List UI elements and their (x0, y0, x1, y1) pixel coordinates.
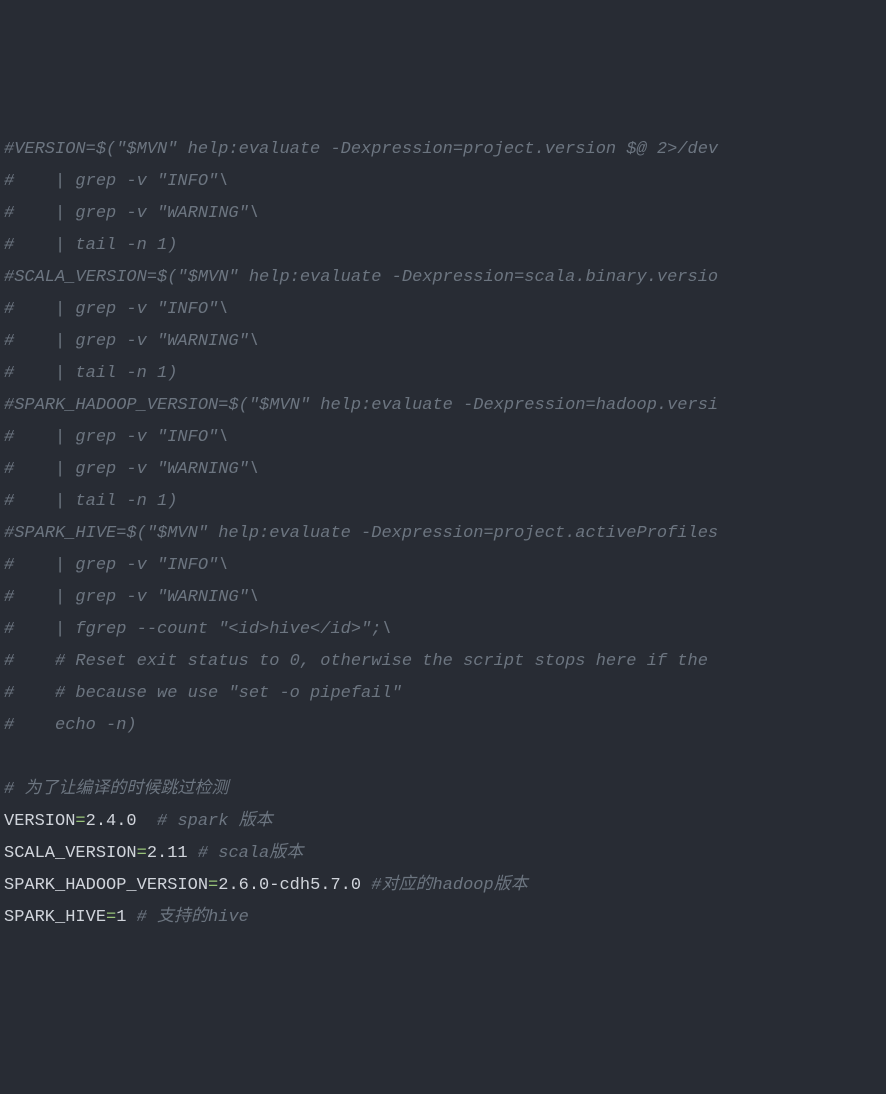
variable-value: 1 (116, 908, 126, 927)
code-line: #SPARK_HADOOP_VERSION=$("$MVN" help:eval… (4, 390, 882, 422)
code-line: # | grep -v "WARNING"\ (4, 454, 882, 486)
comment-text: #VERSION=$("$MVN" help:evaluate -Dexpres… (4, 140, 718, 159)
comment-text: #SPARK_HIVE=$("$MVN" help:evaluate -Dexp… (4, 524, 718, 543)
comment-text: # | grep -v "INFO"\ (4, 556, 228, 575)
code-line: VERSION=2.4.0 # spark 版本 (4, 806, 882, 838)
equals-sign: = (75, 812, 85, 831)
code-line: # | grep -v "WARNING"\ (4, 326, 882, 358)
variable-name: SPARK_HIVE (4, 908, 106, 927)
comment-text: # | grep -v "INFO"\ (4, 428, 228, 447)
trailing-comment: # spark 版本 (137, 812, 273, 831)
comment-text: # | grep -v "INFO"\ (4, 172, 228, 191)
trailing-comment: #对应的hadoop版本 (361, 876, 528, 895)
code-line: # | grep -v "WARNING"\ (4, 582, 882, 614)
comment-text: # echo -n) (4, 716, 137, 735)
code-line: #SPARK_HIVE=$("$MVN" help:evaluate -Dexp… (4, 518, 882, 550)
code-line: # 为了让编译的时候跳过检测 (4, 774, 882, 806)
variable-value: 2.11 (147, 844, 188, 863)
variable-value: 2.4.0 (86, 812, 137, 831)
comment-text: # | grep -v "WARNING"\ (4, 332, 259, 351)
code-line: #VERSION=$("$MVN" help:evaluate -Dexpres… (4, 134, 882, 166)
equals-sign: = (208, 876, 218, 895)
equals-sign: = (106, 908, 116, 927)
code-line: #SCALA_VERSION=$("$MVN" help:evaluate -D… (4, 262, 882, 294)
comment-text: # | grep -v "WARNING"\ (4, 588, 259, 607)
code-line: # echo -n) (4, 710, 882, 742)
code-line: # # Reset exit status to 0, otherwise th… (4, 646, 882, 678)
equals-sign: = (137, 844, 147, 863)
code-editor-content[interactable]: #VERSION=$("$MVN" help:evaluate -Dexpres… (4, 134, 882, 934)
trailing-comment: # 支持的hive (126, 908, 248, 927)
comment-text: # # because we use "set -o pipefail" (4, 684, 402, 703)
variable-name: VERSION (4, 812, 75, 831)
comment-text: # | tail -n 1) (4, 236, 177, 255)
comment-text: # | grep -v "WARNING"\ (4, 204, 259, 223)
comment-text: # | fgrep --count "<id>hive</id>";\ (4, 620, 392, 639)
code-line: # | grep -v "INFO"\ (4, 550, 882, 582)
code-line: SCALA_VERSION=2.11 # scala版本 (4, 838, 882, 870)
code-line: SPARK_HADOOP_VERSION=2.6.0-cdh5.7.0 #对应的… (4, 870, 882, 902)
code-line: SPARK_HIVE=1 # 支持的hive (4, 902, 882, 934)
comment-text: # 为了让编译的时候跳过检测 (4, 780, 228, 799)
code-line: # | grep -v "INFO"\ (4, 166, 882, 198)
comment-text: # | grep -v "WARNING"\ (4, 460, 259, 479)
variable-name: SCALA_VERSION (4, 844, 137, 863)
comment-text: # # Reset exit status to 0, otherwise th… (4, 652, 718, 671)
code-line: # | tail -n 1) (4, 230, 882, 262)
variable-value: 2.6.0-cdh5.7.0 (218, 876, 361, 895)
code-line: # | tail -n 1) (4, 486, 882, 518)
code-line: # | tail -n 1) (4, 358, 882, 390)
comment-text: # | tail -n 1) (4, 364, 177, 383)
code-line: # # because we use "set -o pipefail" (4, 678, 882, 710)
comment-text: #SCALA_VERSION=$("$MVN" help:evaluate -D… (4, 268, 718, 287)
code-line: # | grep -v "INFO"\ (4, 422, 882, 454)
trailing-comment: # scala版本 (188, 844, 304, 863)
comment-text: #SPARK_HADOOP_VERSION=$("$MVN" help:eval… (4, 396, 718, 415)
code-line (4, 742, 882, 774)
code-line: # | grep -v "INFO"\ (4, 294, 882, 326)
code-line: # | fgrep --count "<id>hive</id>";\ (4, 614, 882, 646)
code-line: # | grep -v "WARNING"\ (4, 198, 882, 230)
comment-text: # | grep -v "INFO"\ (4, 300, 228, 319)
variable-name: SPARK_HADOOP_VERSION (4, 876, 208, 895)
comment-text: # | tail -n 1) (4, 492, 177, 511)
